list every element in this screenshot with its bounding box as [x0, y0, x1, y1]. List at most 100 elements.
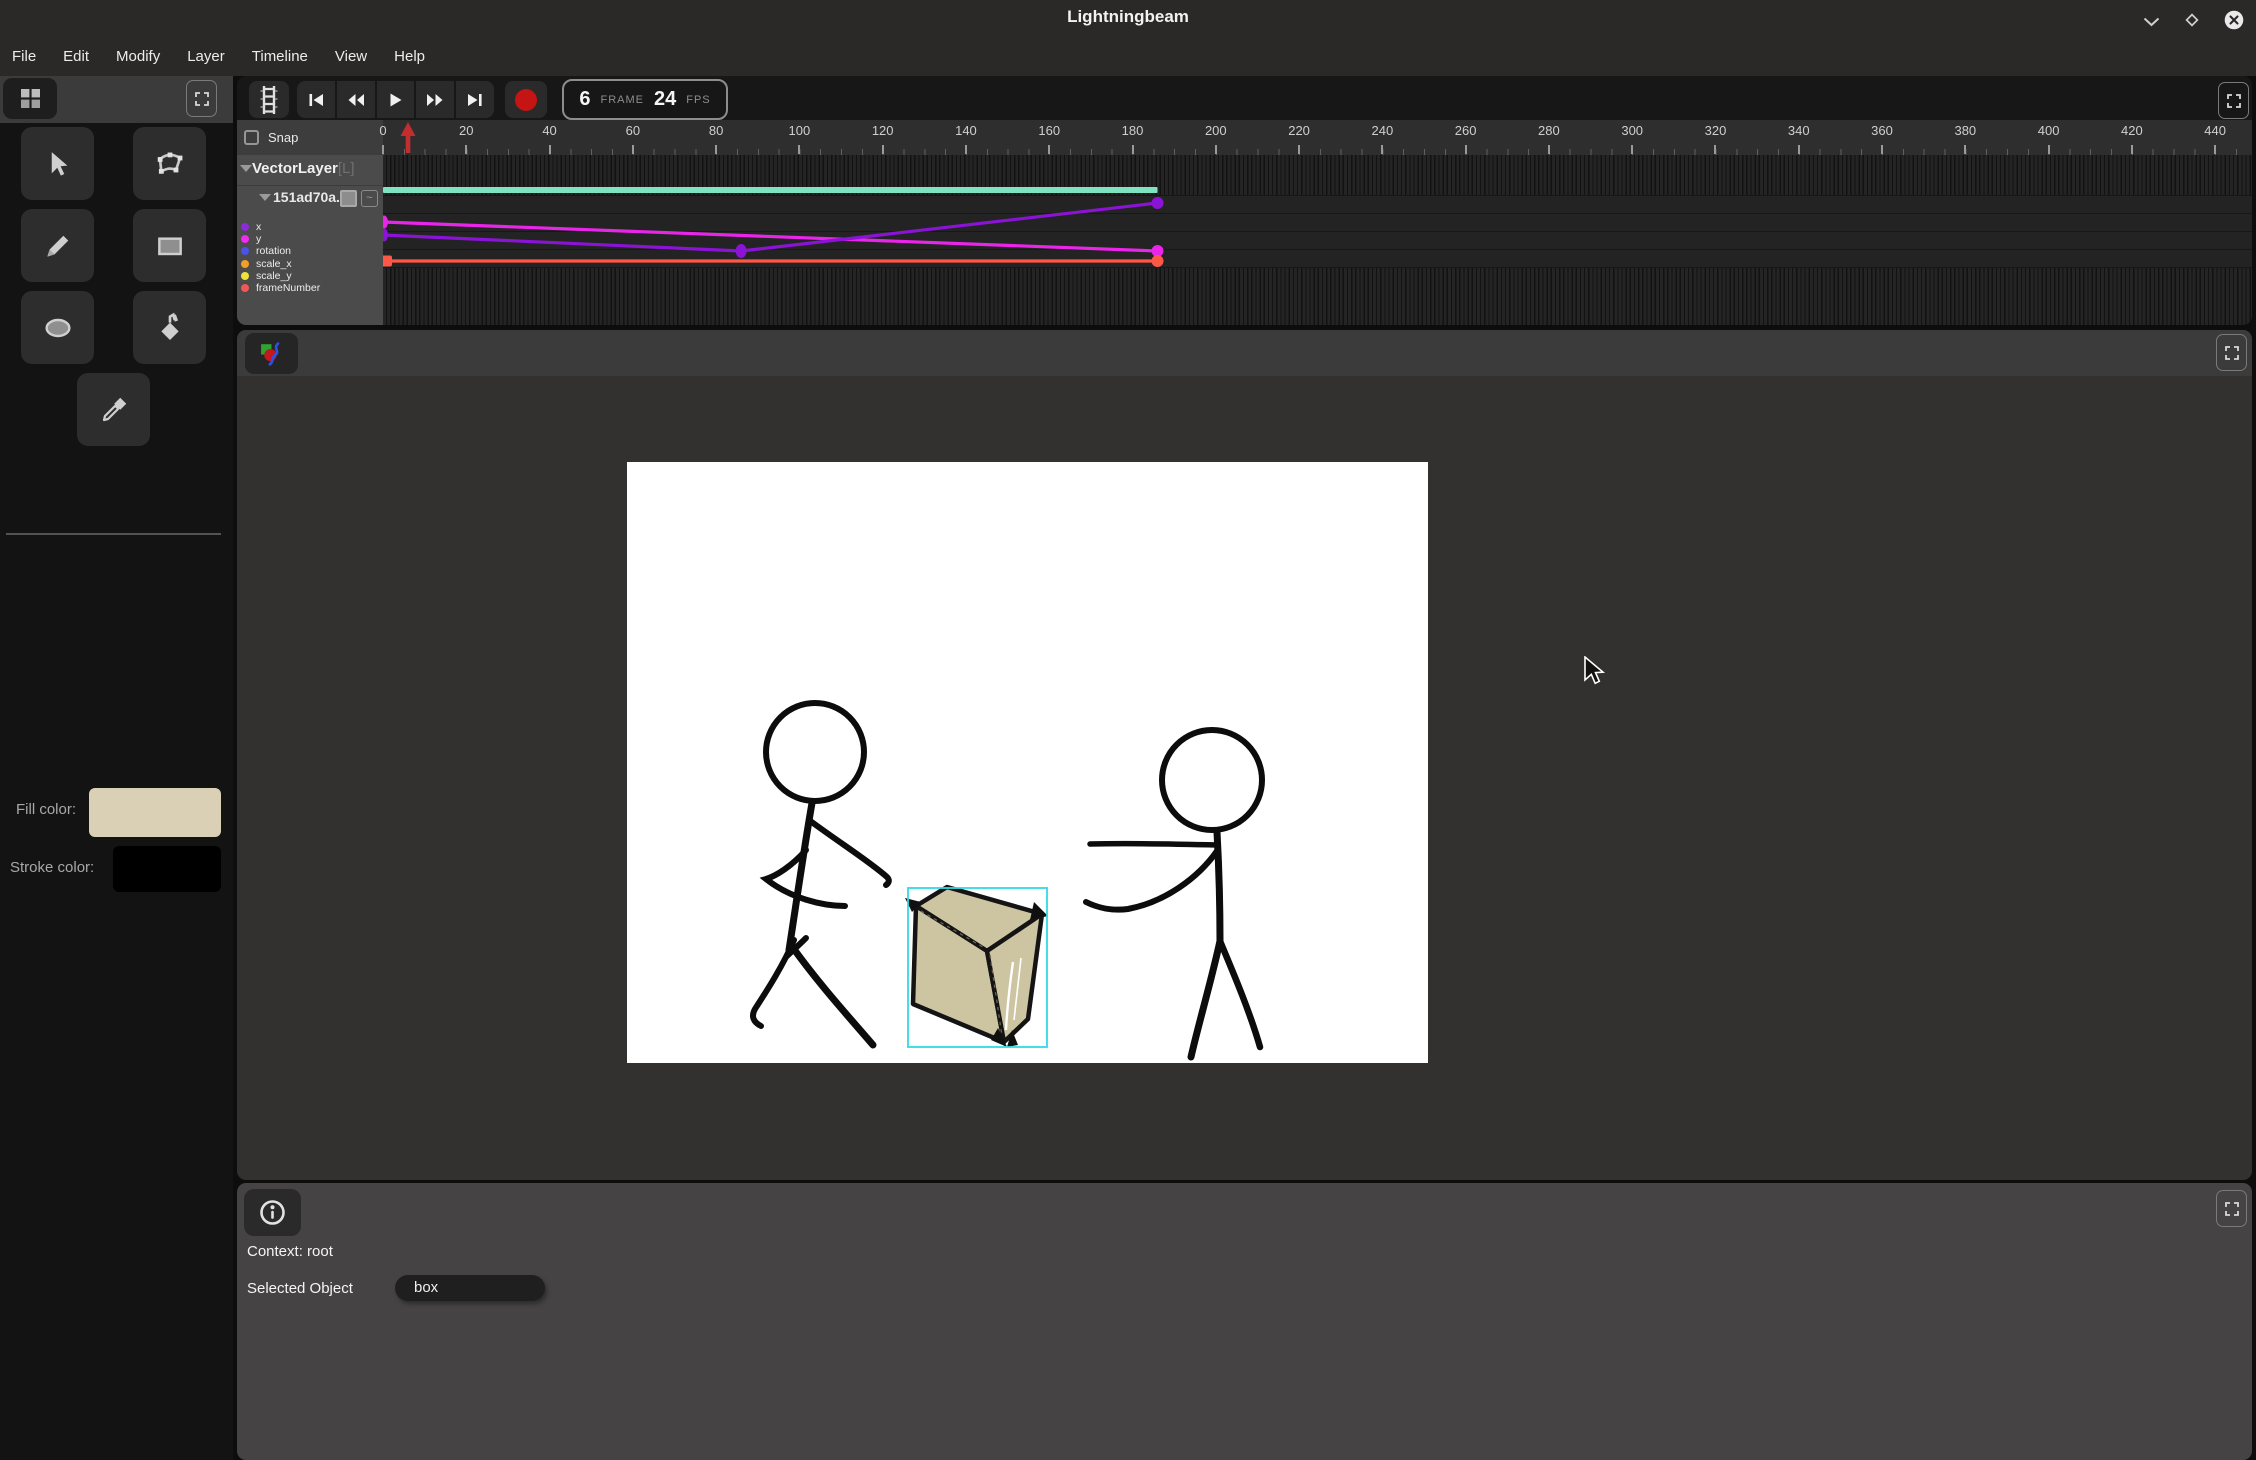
tool-pencil[interactable]: [21, 209, 94, 282]
ruler-label: 60: [626, 123, 640, 138]
ruler-major-tick: [1964, 145, 1966, 154]
ruler-label: 300: [1621, 123, 1643, 138]
stick-figure-left[interactable]: [753, 703, 889, 1045]
tool-select[interactable]: [21, 127, 94, 200]
ruler-major-tick: [465, 145, 467, 154]
panel-grid-button[interactable]: [3, 78, 57, 119]
box-object[interactable]: [905, 887, 1048, 1047]
property-row-x[interactable]: x: [241, 221, 261, 233]
tool-transform[interactable]: [133, 127, 206, 200]
scene-button[interactable]: [245, 333, 298, 374]
property-label: scale_y: [256, 270, 292, 282]
menu-item-file[interactable]: File: [6, 46, 42, 67]
fps-value: 24: [654, 88, 676, 111]
fill-color-label: Fill color:: [16, 801, 76, 818]
frame-ruler[interactable]: Snap 02040608010012014016018020022024026…: [237, 120, 2252, 155]
expand-icon: [2224, 345, 2240, 361]
playhead[interactable]: [400, 122, 416, 154]
titlebar: Lightningbeam File Edit Modify Layer Timelin…: [0, 0, 2256, 76]
frame-unit-label: FRAME: [600, 94, 644, 106]
menu-item-timeline[interactable]: Timeline: [246, 46, 314, 67]
ruler-major-tick: [2131, 145, 2133, 154]
ruler-major-tick: [965, 145, 967, 154]
ruler-major-tick: [798, 145, 800, 154]
timeline-tracks: VectorLayer[L] 151ad70a... ~ xyrotations…: [237, 155, 2252, 325]
film-button[interactable]: [249, 81, 289, 118]
rewind-button[interactable]: [337, 81, 375, 118]
ruler-label: 380: [1954, 123, 1976, 138]
ruler-major-tick: [549, 145, 551, 154]
tools-panel-header: [0, 76, 233, 123]
tools-expand-button[interactable]: [186, 80, 217, 117]
inspector-panel: Context: root Selected Object box: [237, 1183, 2252, 1460]
tool-fill-bucket[interactable]: [133, 291, 206, 364]
menu-item-edit[interactable]: Edit: [57, 46, 95, 67]
tool-ellipse[interactable]: [21, 291, 94, 364]
record-button[interactable]: [505, 81, 547, 118]
property-row-scale_y[interactable]: scale_y: [241, 270, 292, 282]
object-visibility-button[interactable]: [340, 190, 357, 207]
close-icon[interactable]: [2224, 10, 2244, 35]
info-button[interactable]: [244, 1189, 301, 1236]
ruler-label: 220: [1288, 123, 1310, 138]
play-button[interactable]: [377, 81, 415, 118]
tool-rectangle[interactable]: [133, 209, 206, 282]
expand-icon: [2226, 93, 2242, 109]
snap-checkbox[interactable]: [244, 130, 259, 145]
track-area[interactable]: [383, 155, 2252, 325]
curve-x-key[interactable]: [736, 244, 747, 258]
ruler-major-tick: [1132, 145, 1134, 154]
fast-forward-button[interactable]: [416, 81, 454, 118]
stroke-color-label: Stroke color:: [10, 859, 94, 876]
eyedropper-icon: [99, 395, 129, 425]
stick-figure-right[interactable]: [1086, 730, 1262, 1057]
skip-end-button[interactable]: [456, 81, 494, 118]
menu-item-help[interactable]: Help: [388, 46, 431, 67]
ruler-label: 360: [1871, 123, 1893, 138]
minimize-icon[interactable]: [2143, 14, 2160, 32]
tools-sidebar: Fill color: Stroke color:: [0, 76, 233, 1460]
ruler-major-tick: [382, 145, 384, 154]
ruler-major-tick: [1215, 145, 1217, 154]
curve-x-start-key[interactable]: [383, 229, 388, 242]
object-name[interactable]: 151ad70a...: [273, 189, 348, 205]
menu-item-modify[interactable]: Modify: [110, 46, 166, 67]
artboard[interactable]: [627, 462, 1428, 1063]
ruler-label: 320: [1705, 123, 1727, 138]
property-label: rotation: [256, 245, 291, 257]
window-title: Lightningbeam: [0, 7, 2256, 27]
ruler-label: 260: [1455, 123, 1477, 138]
property-row-y[interactable]: y: [241, 233, 261, 245]
layer-suffix: [L]: [338, 160, 355, 177]
layer-collapse-icon[interactable]: [240, 165, 252, 172]
selected-object-input[interactable]: box: [395, 1275, 545, 1301]
curve-x-end-key[interactable]: [1152, 197, 1164, 209]
ruler-label: 0: [379, 123, 386, 138]
object-collapse-icon[interactable]: [259, 194, 271, 201]
skip-start-button[interactable]: [297, 81, 335, 118]
fill-color-swatch[interactable]: [89, 788, 221, 837]
curve-frame-end-key[interactable]: [1152, 255, 1164, 267]
ruler-major-tick: [1048, 145, 1050, 154]
property-row-scale_x[interactable]: scale_x: [241, 258, 292, 270]
property-color-dot: [241, 284, 249, 292]
tools-divider: [6, 533, 221, 535]
layer-name[interactable]: VectorLayer[L]: [252, 160, 355, 177]
timeline-expand-button[interactable]: [2218, 82, 2249, 119]
tool-eyedropper[interactable]: [77, 373, 150, 446]
layer-extent-bar[interactable]: [383, 187, 1158, 193]
menu-item-layer[interactable]: Layer: [181, 46, 231, 67]
property-label: frameNumber: [256, 282, 320, 294]
curve-y-start-key[interactable]: [383, 216, 388, 229]
curve-frame-start-key[interactable]: [383, 256, 392, 267]
property-row-frameNumber[interactable]: frameNumber: [241, 282, 320, 294]
maximize-icon[interactable]: [2184, 12, 2200, 33]
stroke-color-swatch[interactable]: [113, 846, 221, 892]
canvas-expand-button[interactable]: [2216, 334, 2247, 371]
property-row-rotation[interactable]: rotation: [241, 245, 291, 257]
canvas-panel: [237, 330, 2252, 1180]
menu-item-view[interactable]: View: [329, 46, 373, 67]
ruler-label: 100: [789, 123, 811, 138]
inspector-expand-button[interactable]: [2216, 1190, 2247, 1227]
object-ease-button[interactable]: ~: [361, 190, 378, 207]
